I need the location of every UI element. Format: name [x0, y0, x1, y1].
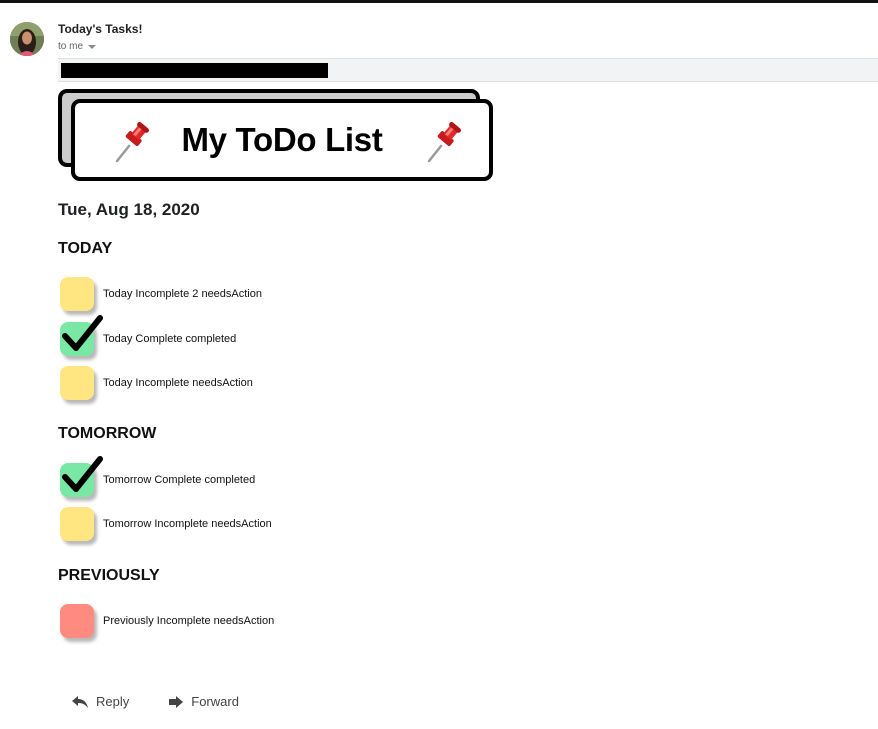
- checkmark-icon: [62, 315, 103, 351]
- section-heading-today: TODAY: [58, 240, 113, 257]
- reply-icon: [72, 695, 88, 708]
- recipient-label: to me: [58, 41, 84, 52]
- section-heading-tomorrow: TOMORROW: [58, 425, 157, 442]
- task-item: Tomorrow Complete completed: [60, 456, 256, 499]
- email-subject: Today's Tasks!: [58, 22, 143, 36]
- task-item: Tomorrow Incomplete needsAction: [60, 505, 272, 543]
- task-item: Today Incomplete needsAction: [60, 364, 253, 402]
- task-item: Today Complete completed: [60, 315, 237, 358]
- task-checkbox[interactable]: [60, 315, 103, 356]
- task-checkbox[interactable]: [60, 366, 94, 400]
- task-item: Today Incomplete 2 needsAction: [60, 275, 262, 313]
- task-item: Previously Incomplete needsAction: [60, 602, 274, 640]
- task-checkbox[interactable]: [60, 277, 94, 311]
- top-border: [0, 0, 878, 3]
- task-checkbox[interactable]: [60, 507, 94, 541]
- forward-icon: [169, 695, 184, 708]
- task-checkbox[interactable]: [60, 604, 94, 638]
- section-heading-previously: PREVIOUSLY: [58, 567, 160, 584]
- reply-label: Reply: [96, 694, 130, 709]
- banner-title: My ToDo List: [181, 121, 383, 158]
- list-date: Tue, Aug 18, 2020: [58, 200, 200, 219]
- task-label: Today Complete completed: [103, 333, 237, 345]
- chevron-down-icon[interactable]: [88, 45, 97, 49]
- forward-button[interactable]: Forward: [169, 694, 239, 709]
- checkmark-icon: [62, 456, 103, 492]
- task-label: Tomorrow Incomplete needsAction: [103, 518, 272, 530]
- sender-avatar[interactable]: [10, 22, 44, 56]
- task-checkbox[interactable]: [60, 456, 103, 497]
- recipient-details[interactable]: to me: [58, 41, 97, 52]
- task-label: Today Incomplete needsAction: [103, 377, 253, 389]
- task-label: Previously Incomplete needsAction: [103, 615, 275, 627]
- email-actions: Reply Forward: [72, 694, 239, 709]
- task-label: Today Incomplete 2 needsAction: [103, 288, 262, 300]
- task-label: Tomorrow Complete completed: [103, 474, 256, 486]
- pushpin-icon: [427, 122, 461, 163]
- banner: My ToDo List: [71, 99, 493, 181]
- reply-button[interactable]: Reply: [72, 694, 129, 709]
- forward-label: Forward: [191, 694, 239, 709]
- pushpin-icon: [115, 122, 149, 163]
- redaction-block: [61, 63, 328, 78]
